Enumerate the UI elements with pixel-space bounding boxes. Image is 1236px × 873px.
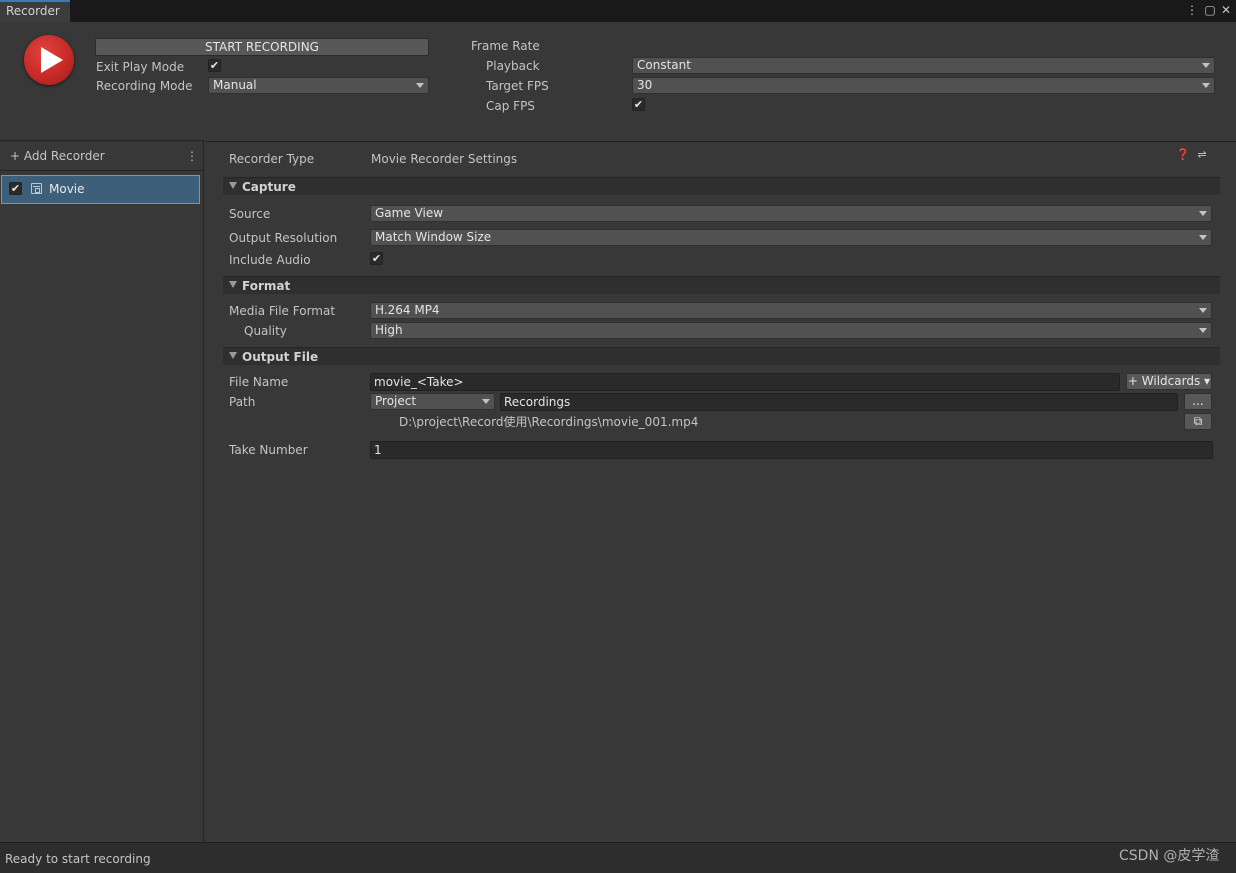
window-tab-strip	[0, 0, 1236, 22]
target-fps-dropdown[interactable]: 30	[632, 77, 1215, 94]
media-file-format-dropdown[interactable]: H.264 MP4	[370, 302, 1212, 319]
output-file-section-title: Output File	[242, 350, 319, 364]
media-file-format-value: H.264 MP4	[375, 303, 440, 317]
add-recorder-button[interactable]: + Add Recorder	[10, 148, 105, 164]
include-audio-label: Include Audio	[229, 253, 311, 267]
browse-button[interactable]: ...	[1184, 393, 1212, 410]
recording-mode-value: Manual	[213, 78, 257, 92]
play-record-icon[interactable]	[24, 35, 74, 85]
chevron-down-icon	[1199, 308, 1207, 313]
movie-recorder-icon	[31, 183, 42, 194]
tab-recorder[interactable]: Recorder	[0, 0, 70, 22]
foldout-arrow-icon	[229, 182, 237, 189]
wildcards-button[interactable]: + Wildcards ▾	[1126, 373, 1212, 390]
frame-rate-label: Frame Rate	[471, 39, 540, 53]
start-recording-button[interactable]: START RECORDING	[95, 38, 429, 56]
output-resolution-value: Match Window Size	[375, 230, 492, 244]
path-root-dropdown[interactable]: Project	[370, 393, 495, 410]
format-section-header[interactable]: Format	[223, 276, 1220, 294]
playback-dropdown[interactable]: Constant	[632, 57, 1215, 74]
chevron-down-icon	[1202, 63, 1210, 68]
close-icon[interactable]: ✕	[1219, 3, 1233, 17]
cap-fps-checkbox[interactable]: ✔	[632, 98, 645, 111]
chevron-down-icon	[416, 83, 424, 88]
source-value: Game View	[375, 206, 444, 220]
capture-section-title: Capture	[242, 180, 296, 194]
target-fps-value: 30	[637, 78, 653, 92]
format-section-title: Format	[242, 279, 291, 293]
recording-mode-dropdown[interactable]: Manual	[208, 77, 429, 94]
recording-mode-label: Recording Mode	[96, 79, 193, 93]
open-folder-icon[interactable]: ⧉	[1184, 413, 1212, 430]
recorder-type-label: Recorder Type	[229, 152, 315, 166]
quality-value: High	[375, 323, 403, 337]
path-folder-input[interactable]: Recordings	[500, 393, 1178, 411]
status-message: Ready to start recording	[5, 852, 151, 866]
window-menu-icon[interactable]: ⋮	[1185, 3, 1199, 17]
chevron-down-icon	[1199, 235, 1207, 240]
quality-dropdown[interactable]: High	[370, 322, 1212, 339]
chevron-down-icon	[1199, 211, 1207, 216]
recorder-list-panel	[0, 140, 204, 842]
source-dropdown[interactable]: Game View	[370, 205, 1212, 222]
quality-label: Quality	[244, 324, 287, 338]
maximize-icon[interactable]: ▢	[1203, 3, 1217, 17]
source-label: Source	[229, 207, 271, 221]
file-name-label: File Name	[229, 375, 289, 389]
take-number-label: Take Number	[229, 443, 308, 457]
foldout-arrow-icon	[229, 352, 237, 359]
divider	[0, 170, 204, 171]
status-bar	[0, 842, 1236, 873]
resolved-output-path: D:\project\Record使用\Recordings\movie_001…	[399, 415, 699, 429]
media-file-format-label: Media File Format	[229, 304, 336, 318]
foldout-arrow-icon	[229, 281, 237, 288]
help-icon[interactable]: ❓	[1176, 149, 1190, 161]
target-fps-label: Target FPS	[486, 79, 549, 93]
output-resolution-dropdown[interactable]: Match Window Size	[370, 229, 1212, 246]
exit-play-mode-checkbox[interactable]: ✔	[208, 59, 221, 72]
movie-enabled-checkbox[interactable]: ✔	[9, 182, 22, 195]
output-file-section-header[interactable]: Output File	[223, 347, 1220, 365]
presets-icon[interactable]: ⇌	[1196, 149, 1208, 161]
chevron-down-icon	[482, 399, 490, 404]
output-resolution-label: Output Resolution	[229, 231, 338, 245]
path-label: Path	[229, 395, 256, 409]
include-audio-checkbox[interactable]: ✔	[370, 252, 383, 265]
playback-label: Playback	[486, 59, 540, 73]
path-root-value: Project	[375, 394, 417, 408]
watermark: CSDN @皮学渣	[1119, 848, 1220, 864]
playback-value: Constant	[637, 58, 691, 72]
capture-section-header[interactable]: Capture	[223, 177, 1220, 195]
file-name-input[interactable]: movie_<Take>	[370, 373, 1120, 391]
recorder-type-value: Movie Recorder Settings	[371, 152, 518, 166]
exit-play-mode-label: Exit Play Mode	[96, 60, 185, 74]
chevron-down-icon	[1202, 83, 1210, 88]
sidebar-item-label: Movie	[49, 182, 85, 196]
cap-fps-label: Cap FPS	[486, 99, 535, 113]
take-number-input[interactable]: 1	[370, 441, 1213, 459]
chevron-down-icon	[1199, 328, 1207, 333]
recorder-settings-panel	[205, 141, 1236, 842]
recorder-list-menu-icon[interactable]: ⋮	[186, 148, 198, 164]
